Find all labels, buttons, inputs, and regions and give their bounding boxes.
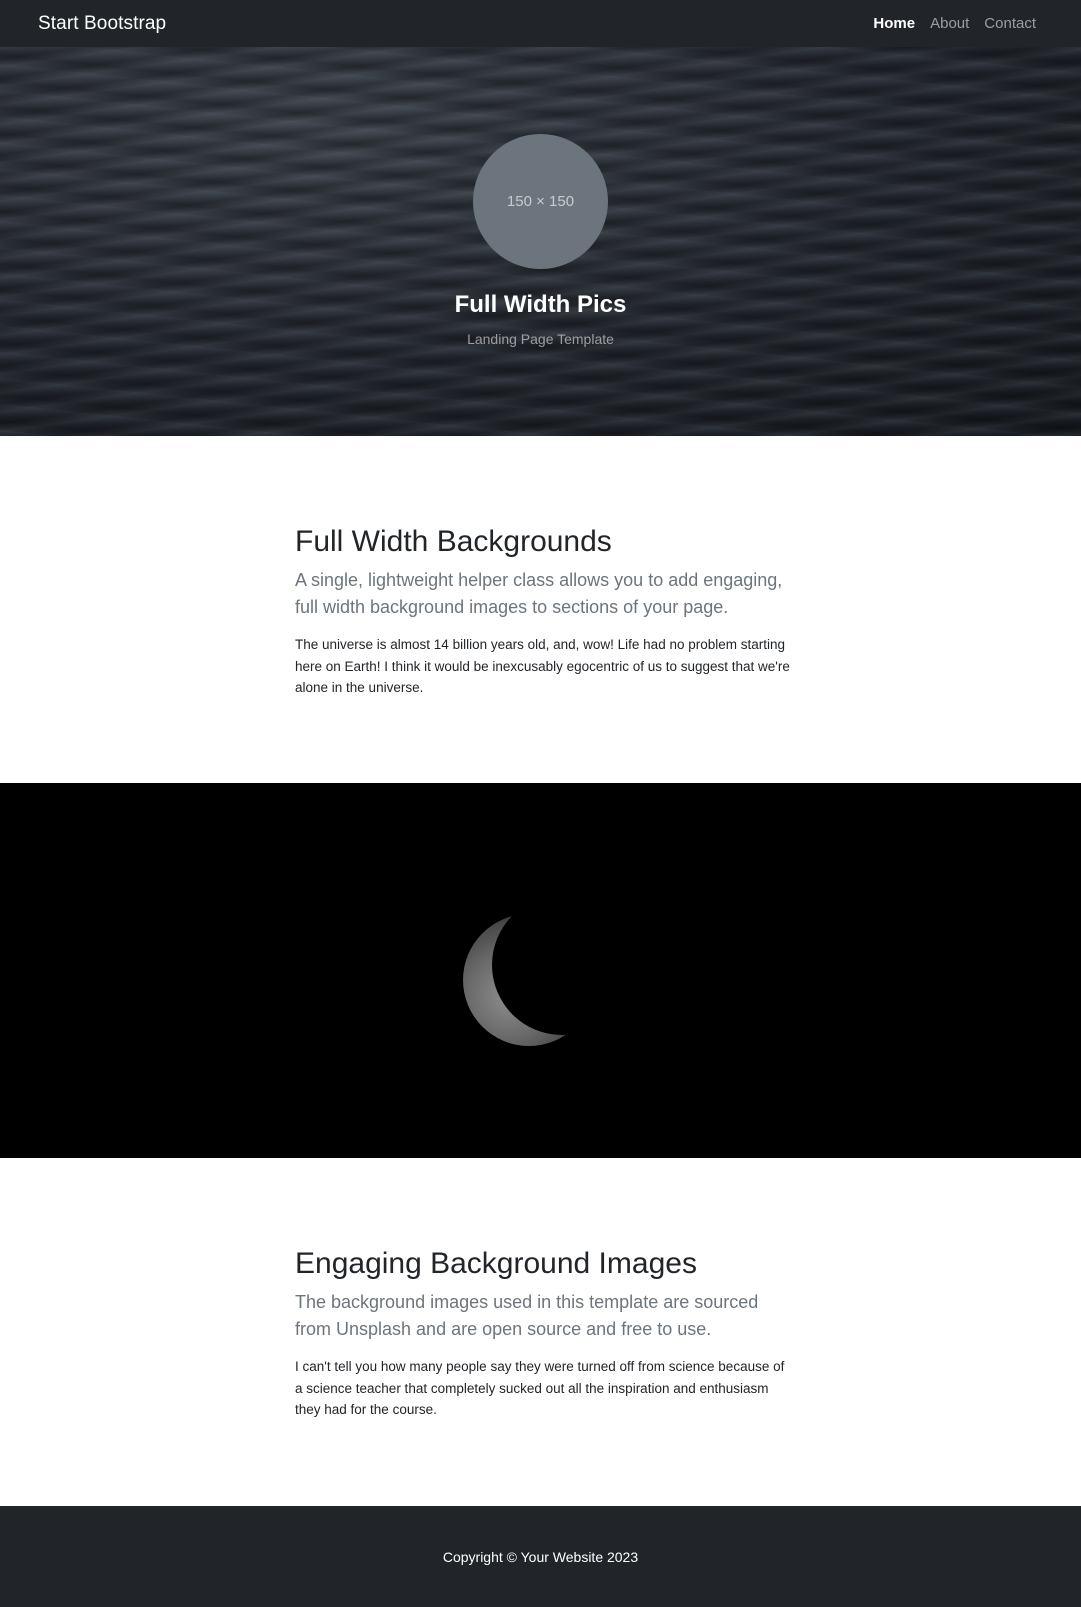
moon-image-band [0,783,1081,1158]
section-heading: Full Width Backgrounds [295,525,612,558]
moon-shadow [492,895,632,1035]
hero-banner: 150 × 150 Full Width Pics Landing Page T… [0,47,1081,436]
nav-link-about[interactable]: About [930,15,969,32]
section-body: The universe is almost 14 billion years … [295,637,790,696]
section-heading: Engaging Background Images [295,1247,697,1280]
nav-links: Home About Contact [873,15,1036,33]
section-lead: A single, lightweight helper class allow… [295,570,783,617]
hero-subtitle: Landing Page Template [467,331,614,347]
avatar-placeholder-label: 150 × 150 [506,193,575,210]
nav-link-home[interactable]: Home [873,15,915,32]
avatar-placeholder: 150 × 150 [473,134,608,269]
nav-link-contact[interactable]: Contact [984,15,1036,32]
top-navbar: Start Bootstrap Home About Contact [0,0,1081,47]
section-lead: The background images used in this templ… [295,1292,759,1339]
footer-copyright: Copyright © Your Website 2023 [442,1548,639,1565]
content-section-images: Engaging Background Images The backgroun… [0,1158,1081,1506]
brand-link[interactable]: Start Bootstrap [38,13,166,35]
section-body: I can't tell you how many people say the… [295,1359,785,1418]
hero-title: Full Width Pics [454,291,627,318]
content-section-backgrounds: Full Width Backgrounds A single, lightwe… [0,436,1081,783]
page-footer: Copyright © Your Website 2023 [0,1506,1081,1607]
